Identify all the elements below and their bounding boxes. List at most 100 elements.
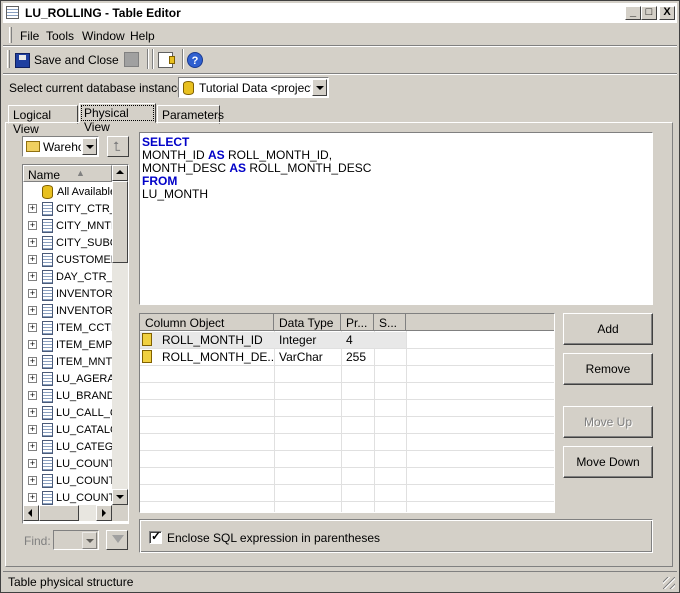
column-grid[interactable]: Column Object Data Type Pr... S... ROLL_… bbox=[139, 313, 555, 513]
expand-plus-icon[interactable]: + bbox=[28, 306, 37, 315]
move-down-button[interactable]: Move Down bbox=[563, 446, 653, 478]
tree-vertical-scrollbar[interactable] bbox=[112, 165, 128, 505]
column-header-scale[interactable]: S... bbox=[374, 314, 406, 331]
table-icon bbox=[42, 456, 53, 471]
expand-plus-icon[interactable]: + bbox=[28, 323, 37, 332]
save-and-close-button[interactable]: Save and Close bbox=[15, 49, 119, 71]
sql-line: FROM bbox=[142, 175, 650, 188]
physical-view-panel: Wareho ⮤ Name ▲ All Available + CITY_CTR_… bbox=[5, 122, 673, 567]
hscroll-thumb[interactable] bbox=[39, 505, 79, 521]
close-button[interactable]: X bbox=[659, 6, 675, 20]
expand-plus-icon[interactable]: + bbox=[28, 221, 37, 230]
enclose-label[interactable]: Enclose SQL expression in parentheses bbox=[167, 531, 380, 545]
tree-item-table[interactable]: + ITEM_CCTF bbox=[23, 319, 112, 336]
expand-plus-icon[interactable]: + bbox=[28, 357, 37, 366]
chevron-down-icon[interactable] bbox=[82, 138, 97, 155]
grid-line bbox=[140, 382, 554, 383]
database-icon bbox=[42, 184, 53, 199]
menu-file[interactable]: File bbox=[20, 29, 39, 43]
grid-line bbox=[140, 501, 554, 502]
expand-plus-icon[interactable]: + bbox=[28, 442, 37, 451]
chevron-down-icon[interactable] bbox=[312, 79, 327, 96]
expand-plus-icon[interactable]: + bbox=[28, 391, 37, 400]
tree-item-table[interactable]: + DAY_CTR_S bbox=[23, 268, 112, 285]
resize-grip-icon[interactable] bbox=[663, 577, 675, 589]
expand-plus-icon[interactable]: + bbox=[28, 408, 37, 417]
tab-physical-view[interactable]: Physical View bbox=[79, 103, 156, 134]
tree-item-label: LU_CALL_C bbox=[56, 406, 112, 419]
save-and-close-label: Save and Close bbox=[34, 53, 119, 67]
column-header-precision[interactable]: Pr... bbox=[341, 314, 374, 331]
scroll-up-button[interactable] bbox=[112, 165, 128, 181]
tree-item-table[interactable]: + INVENTORY bbox=[23, 285, 112, 302]
table-row[interactable]: ROLL_MONTH_ID Integer 4 bbox=[140, 332, 406, 348]
move-up-button[interactable]: Move Up bbox=[563, 406, 653, 438]
table-icon bbox=[42, 337, 53, 352]
expand-plus-icon[interactable]: + bbox=[28, 204, 37, 213]
tree-item-table[interactable]: + ITEM_MNTH bbox=[23, 353, 112, 370]
tree-horizontal-scrollbar[interactable] bbox=[23, 505, 112, 521]
expand-plus-icon[interactable]: + bbox=[28, 459, 37, 468]
remove-button[interactable]: Remove bbox=[563, 353, 653, 385]
tree-item-table[interactable]: + CITY_MNTH bbox=[23, 217, 112, 234]
sql-editor[interactable]: SELECT MONTH_ID AS ROLL_MONTH_ID, MONTH_DE… bbox=[139, 132, 653, 305]
tree-item-table[interactable]: + LU_COUNTI bbox=[23, 455, 112, 472]
tree-item-all-available[interactable]: All Available bbox=[23, 183, 112, 200]
add-button[interactable]: Add bbox=[563, 313, 653, 345]
tree-item-table[interactable]: + INVENTORY bbox=[23, 302, 112, 319]
column-header-column-object[interactable]: Column Object bbox=[140, 314, 274, 331]
expand-plus-icon[interactable]: + bbox=[28, 476, 37, 485]
tree-item-table[interactable]: + CITY_SUBC bbox=[23, 234, 112, 251]
expand-plus-icon[interactable]: + bbox=[28, 289, 37, 298]
chevron-down-icon[interactable] bbox=[82, 532, 97, 549]
grid-line bbox=[140, 399, 554, 400]
tree-item-table[interactable]: + LU_COUNTI bbox=[23, 472, 112, 489]
expand-plus-icon[interactable]: + bbox=[28, 493, 37, 502]
expand-plus-icon[interactable]: + bbox=[28, 255, 37, 264]
scroll-right-button[interactable] bbox=[96, 505, 112, 521]
expand-plus-icon[interactable]: + bbox=[28, 374, 37, 383]
minimize-button[interactable]: _ bbox=[625, 6, 641, 20]
column-key-icon bbox=[142, 333, 152, 346]
tree-header[interactable]: Name ▲ bbox=[23, 165, 112, 182]
expand-plus-icon[interactable]: + bbox=[28, 272, 37, 281]
tree-item-label: CITY_CTR_ bbox=[56, 202, 112, 215]
tree-item-table[interactable]: + LU_AGERAN bbox=[23, 370, 112, 387]
menu-window[interactable]: Window bbox=[82, 29, 125, 43]
find-input[interactable] bbox=[53, 530, 99, 550]
expand-plus-icon[interactable]: + bbox=[28, 340, 37, 349]
tree-item-label: CITY_SUBC bbox=[56, 236, 112, 249]
warehouse-table-tree[interactable]: Name ▲ All Available + CITY_CTR_ + CITY_MNT… bbox=[22, 164, 129, 524]
tree-item-table[interactable]: + LU_CATALO bbox=[23, 421, 112, 438]
tree-item-table[interactable]: + LU_CALL_C bbox=[23, 404, 112, 421]
help-button[interactable]: ? bbox=[187, 49, 209, 71]
window-title: LU_ROLLING - Table Editor bbox=[25, 6, 181, 20]
warehouse-source-select[interactable]: Wareho bbox=[22, 136, 99, 157]
enclose-checkbox[interactable]: ✓ bbox=[149, 529, 162, 544]
database-icon bbox=[183, 81, 194, 95]
tree-item-table[interactable]: + LU_CATEGO bbox=[23, 438, 112, 455]
table-row[interactable]: ROLL_MONTH_DE... VarChar 255 bbox=[140, 349, 406, 365]
scroll-thumb[interactable] bbox=[112, 181, 128, 263]
column-header-data-type[interactable]: Data Type bbox=[274, 314, 341, 331]
instance-select[interactable]: Tutorial Data <project p bbox=[178, 77, 329, 98]
tree-item-table[interactable]: + ITEM_EMP_ bbox=[23, 336, 112, 353]
tree-item-table[interactable]: + LU_BRAND bbox=[23, 387, 112, 404]
navigate-up-button[interactable]: ⮤ bbox=[107, 136, 129, 157]
title-bar: LU_ROLLING - Table Editor _ □ X bbox=[3, 3, 677, 23]
tree-item-table[interactable]: + CUSTOMER bbox=[23, 251, 112, 268]
scroll-left-button[interactable] bbox=[23, 505, 39, 521]
tree-item-table[interactable]: + CITY_CTR_ bbox=[23, 200, 112, 217]
maximize-button[interactable]: □ bbox=[641, 6, 657, 20]
expand-plus-icon[interactable]: + bbox=[28, 238, 37, 247]
sql-token: MONTH_DESC bbox=[142, 161, 230, 175]
filter-button[interactable] bbox=[106, 530, 128, 550]
properties-button[interactable] bbox=[158, 49, 180, 71]
sql-keyword: AS bbox=[229, 161, 247, 175]
tree-item-table[interactable]: + LU_COUNTI bbox=[23, 489, 112, 506]
expand-plus-icon[interactable]: + bbox=[28, 425, 37, 434]
sql-line: LU_MONTH bbox=[142, 188, 650, 201]
scroll-down-button[interactable] bbox=[112, 489, 128, 505]
menu-help[interactable]: Help bbox=[130, 29, 155, 43]
menu-tools[interactable]: Tools bbox=[46, 29, 74, 43]
